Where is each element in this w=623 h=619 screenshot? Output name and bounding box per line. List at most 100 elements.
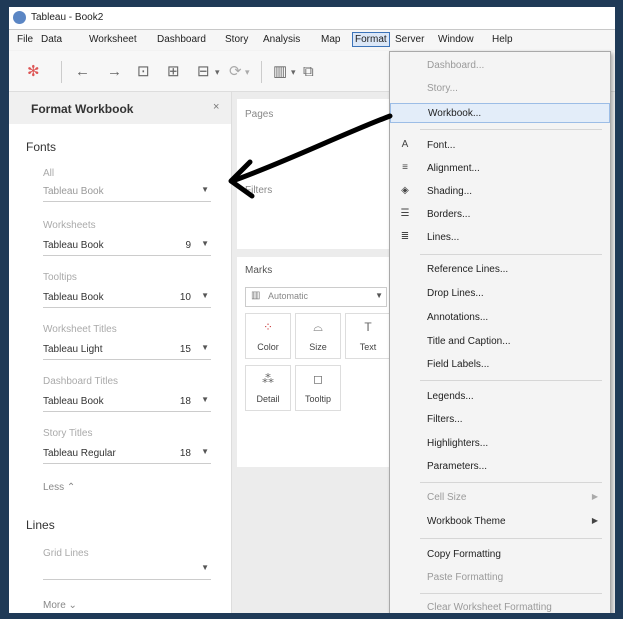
menu-item-cell-size[interactable]: Cell Size ▶ <box>390 488 610 508</box>
menu-item-annotations[interactable]: Annotations... <box>390 308 610 328</box>
detail-icon: ⁂ <box>262 372 274 386</box>
menu-format[interactable]: Format <box>352 32 390 47</box>
new-data-source-icon[interactable]: ⊞ <box>167 64 180 80</box>
color-card[interactable]: ⁘ Color <box>245 313 291 359</box>
menu-separator <box>420 538 602 539</box>
size-label: Size <box>309 342 327 352</box>
menu-item-drop-lines[interactable]: Drop Lines... <box>390 284 610 304</box>
menu-data[interactable]: Data <box>41 34 62 45</box>
menu-item-field-labels[interactable]: Field Labels... <box>390 355 610 375</box>
menu-separator <box>420 254 602 255</box>
filters-label: Filters <box>245 185 273 196</box>
font-name: Tableau Light <box>43 344 103 355</box>
menu-item-copy-formatting[interactable]: Copy Formatting <box>390 545 610 565</box>
redo-icon[interactable]: → <box>107 64 122 80</box>
group-icon[interactable]: ⧉ <box>303 64 314 80</box>
tooltip-card[interactable]: ◻ Tooltip <box>295 365 341 411</box>
menu-item-label: Alignment... <box>427 163 480 174</box>
menu-item-label: Story... <box>427 83 458 94</box>
menu-item-story[interactable]: Story... <box>390 79 610 99</box>
toolbar-separator <box>61 61 62 83</box>
undo-icon[interactable]: ← <box>75 64 90 80</box>
menu-item-label: Lines... <box>427 232 460 243</box>
font-tooltips-select[interactable]: Tableau Book 10 ▼ <box>43 290 211 308</box>
font-name: Tableau Regular <box>43 448 116 459</box>
menu-item-dashboard[interactable]: Dashboard... <box>390 56 610 76</box>
menu-dashboard[interactable]: Dashboard <box>157 34 206 45</box>
menu-item-workbook[interactable]: Workbook... <box>390 103 610 123</box>
font-name: Tableau Book <box>43 240 104 251</box>
alignment-icon: ≡ <box>402 162 408 173</box>
format-workbook-panel: Format Workbook × Fonts All Tableau Book… <box>9 92 232 613</box>
grid-lines-select[interactable]: ▼ <box>43 562 211 580</box>
tableau-app-icon <box>13 11 26 24</box>
font-row-label: Worksheet Titles <box>43 324 117 335</box>
menu-separator <box>420 129 602 130</box>
size-icon: ⌓ <box>313 320 323 334</box>
dropdown-icon[interactable]: ▾ <box>291 64 296 80</box>
menu-server[interactable]: Server <box>395 34 424 45</box>
tableau-logo-icon[interactable]: ✻ <box>27 64 40 80</box>
menu-analysis[interactable]: Analysis <box>263 34 300 45</box>
font-row-label: Worksheets <box>43 220 96 231</box>
font-row-label: Story Titles <box>43 428 93 439</box>
menu-item-reference-lines[interactable]: Reference Lines... <box>390 260 610 280</box>
tooltip-label: Tooltip <box>304 394 331 404</box>
menu-item-borders[interactable]: ☰ Borders... <box>390 205 610 225</box>
mark-type-value: Automatic <box>268 291 309 301</box>
font-name: Tableau Book <box>43 396 104 407</box>
size-card[interactable]: ⌓ Size <box>295 313 341 359</box>
menu-item-label: Dashboard... <box>427 60 485 71</box>
marks-label: Marks <box>245 265 273 276</box>
menu-item-font[interactable]: A Font... <box>390 136 610 156</box>
more-link[interactable]: More ⌄ <box>43 600 77 611</box>
menu-story[interactable]: Story <box>225 34 248 45</box>
menu-worksheet[interactable]: Worksheet <box>89 34 137 45</box>
window-title: Tableau - Book2 <box>31 12 104 23</box>
menu-item-alignment[interactable]: ≡ Alignment... <box>390 159 610 179</box>
borders-icon: ☰ <box>400 208 410 219</box>
text-label: Text <box>359 342 377 352</box>
menu-window[interactable]: Window <box>438 34 474 45</box>
font-name: Tableau Book <box>43 186 104 197</box>
font-dashboard-titles-select[interactable]: Tableau Book 18 ▼ <box>43 394 211 412</box>
detail-card[interactable]: ⁂ Detail <box>245 365 291 411</box>
close-icon[interactable]: × <box>213 101 219 113</box>
menu-item-label: Workbook Theme <box>427 516 506 527</box>
toolbar-separator <box>261 61 262 83</box>
menu-item-legends[interactable]: Legends... <box>390 387 610 407</box>
color-label: Color <box>257 342 279 352</box>
menu-item-shading[interactable]: ◈ Shading... <box>390 182 610 202</box>
menu-item-lines[interactable]: ≣ Lines... <box>390 228 610 248</box>
dropdown-icon[interactable]: ▾ <box>245 64 250 80</box>
text-card[interactable]: T Text <box>345 313 391 359</box>
menu-item-label: Paste Formatting <box>427 572 504 583</box>
menu-item-clear-worksheet-formatting[interactable]: Clear Worksheet Formatting <box>390 598 610 613</box>
chart-icon[interactable]: ▥ <box>273 64 287 80</box>
menu-item-parameters[interactable]: Parameters... <box>390 457 610 477</box>
save-icon[interactable]: ⊡ <box>137 64 150 80</box>
menu-item-label: Cell Size <box>427 492 467 503</box>
menu-item-label: Legends... <box>427 391 474 402</box>
menu-item-paste-formatting[interactable]: Paste Formatting <box>390 568 610 588</box>
pages-shelf[interactable]: Pages Filters <box>237 99 392 249</box>
menu-item-filters[interactable]: Filters... <box>390 410 610 430</box>
font-all-select[interactable]: Tableau Book ▼ <box>43 184 211 202</box>
chevron-down-icon: ▼ <box>201 395 209 404</box>
mark-type-select[interactable]: ▥ Automatic ▼ <box>245 287 387 307</box>
font-story-titles-select[interactable]: Tableau Regular 18 ▼ <box>43 446 211 464</box>
menu-item-highlighters[interactable]: Highlighters... <box>390 434 610 454</box>
refresh-icon[interactable]: ⟳ <box>229 64 242 80</box>
dropdown-icon[interactable]: ▾ <box>215 64 220 80</box>
menu-item-title-and-caption[interactable]: Title and Caption... <box>390 332 610 352</box>
menu-map[interactable]: Map <box>321 34 340 45</box>
font-worksheet-titles-select[interactable]: Tableau Light 15 ▼ <box>43 342 211 360</box>
menu-item-workbook-theme[interactable]: Workbook Theme ▶ <box>390 512 610 532</box>
less-link[interactable]: Less ⌃ <box>43 482 75 493</box>
new-worksheet-icon[interactable]: ⊟ <box>197 64 210 80</box>
font-worksheets-select[interactable]: Tableau Book 9 ▼ <box>43 238 211 256</box>
menu-separator <box>420 482 602 483</box>
menu-item-label: Title and Caption... <box>427 336 511 347</box>
menu-help[interactable]: Help <box>492 34 513 45</box>
menu-file[interactable]: File <box>17 34 33 45</box>
